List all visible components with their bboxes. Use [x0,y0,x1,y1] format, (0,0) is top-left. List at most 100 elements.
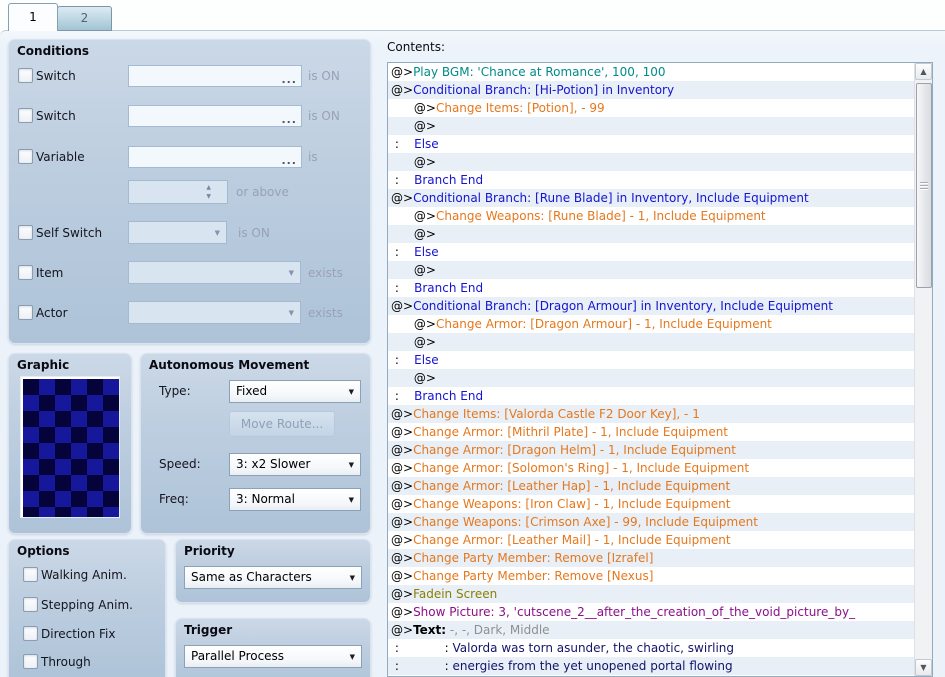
browse-ellipsis-icon[interactable]: ... [281,155,297,166]
event-command-row[interactable]: @>Conditional Branch: [Hi-Potion] in Inv… [388,81,915,99]
variable-checkbox[interactable] [18,149,33,164]
contents-scrollbar[interactable]: ▲ ▼ [914,63,932,676]
event-command-row[interactable]: @>Change Armor: [Dragon Helm] - 1, Inclu… [388,441,915,459]
dropdown-arrow-icon: ▼ [348,495,354,504]
event-command-row[interactable]: @>Change Weapons: [Rune Blade] - 1, Incl… [388,207,915,225]
event-command-row[interactable]: @>Change Party Member: Remove [Izrafel] [388,549,915,567]
event-command-row[interactable]: : Branch End [388,171,915,189]
event-command-row[interactable]: : : energies from the yet unopened porta… [388,657,915,675]
speed-dropdown[interactable]: 3: x2 Slower ▼ [229,453,361,476]
scrollbar-thumb[interactable] [916,83,932,288]
switch1-checkbox[interactable] [18,68,33,83]
speed-value: 3: x2 Slower [236,457,311,471]
scroll-up-icon: ▲ [920,67,927,76]
event-command-row[interactable]: : Else [388,243,915,261]
event-command-row[interactable]: @> [388,117,915,135]
speed-label: Speed: [159,457,201,471]
event-command-row[interactable]: @>Change Party Member: Remove [Nexus] [388,567,915,585]
event-command-row[interactable]: : Branch End [388,387,915,405]
dropdown-arrow-icon: ▼ [349,652,355,661]
priority-dropdown[interactable]: Same as Characters ▼ [184,566,362,589]
switch2-checkbox[interactable] [18,108,33,123]
event-command-rows: @>Play BGM: 'Chance at Romance', 100, 10… [388,63,915,676]
graphic-tile-selector[interactable] [20,376,120,518]
event-command-row[interactable]: @> [388,153,915,171]
through-checkbox[interactable] [23,654,38,669]
event-command-row[interactable]: @>Fadein Screen [388,585,915,603]
event-command-row[interactable]: @>Conditional Branch: [Dragon Armour] in… [388,297,915,315]
movement-type-dropdown[interactable]: Fixed ▼ [229,380,361,403]
switch1-label: Switch [36,69,76,83]
self-switch-suffix: is ON [238,226,270,240]
browse-ellipsis-icon[interactable]: ... [281,114,297,125]
event-command-row[interactable]: @>Change Weapons: [Crimson Axe] - 99, In… [388,513,915,531]
trigger-panel: Trigger Parallel Process ▼ [175,618,371,677]
event-command-row[interactable]: : Branch End [388,279,915,297]
scroll-up-button[interactable]: ▲ [915,63,932,80]
event-contents-list[interactable]: @>Play BGM: 'Chance at Romance', 100, 10… [387,62,933,677]
event-command-row[interactable]: : Else [388,135,915,153]
event-command-row[interactable]: @>Text: -, -, Dark, Middle [388,621,915,639]
item-checkbox[interactable] [18,265,33,280]
self-switch-dropdown[interactable]: ▼ [128,221,227,244]
trigger-value: Parallel Process [191,649,285,663]
event-command-row[interactable]: @>Change Armor: [Leather Mail] - 1, Incl… [388,531,915,549]
actor-label: Actor [36,306,68,320]
actor-checkbox[interactable] [18,305,33,320]
move-route-button[interactable]: Move Route... [229,411,335,437]
dropdown-arrow-icon: ▼ [214,228,220,237]
event-command-row[interactable]: @>Conditional Branch: [Rune Blade] in In… [388,189,915,207]
item-dropdown[interactable]: ▼ [128,261,301,284]
spinner-down-icon[interactable]: ▼ [206,193,211,200]
variable-field[interactable]: ... [128,146,302,168]
autonomous-movement-panel: Autonomous Movement Type: Fixed ▼ Move R… [140,353,371,534]
priority-title: Priority [184,544,235,558]
dropdown-arrow-icon: ▼ [288,268,294,277]
event-command-row[interactable]: : Else [388,351,915,369]
tab-1[interactable]: 1 [8,3,58,31]
switch1-field[interactable]: ... [128,65,302,87]
event-command-row[interactable]: @> [388,369,915,387]
options-panel: Options Walking Anim. Stepping Anim. Dir… [8,539,166,677]
variable-value-spinner[interactable]: ▲ ▼ [128,180,228,204]
contents-label: Contents: [387,40,446,54]
scroll-down-button[interactable]: ▼ [915,659,932,676]
event-command-row[interactable]: @> [388,225,915,243]
event-command-row[interactable]: @> [388,333,915,351]
spinner-up-icon[interactable]: ▲ [206,184,211,191]
event-command-row[interactable]: @>Change Items: [Valorda Castle F2 Door … [388,405,915,423]
dropdown-arrow-icon: ▼ [288,308,294,317]
dropdown-arrow-icon: ▼ [349,573,355,582]
priority-value: Same as Characters [191,570,312,584]
event-command-row[interactable]: @>Change Armor: [Dragon Armour] - 1, Inc… [388,315,915,333]
stepping-anim-label: Stepping Anim. [41,598,133,612]
event-command-row[interactable]: @>Play BGM: 'Chance at Romance', 100, 10… [388,63,915,81]
freq-value: 3: Normal [236,492,295,506]
stepping-anim-checkbox[interactable] [23,597,38,612]
event-command-row[interactable]: : : Valorda was torn asunder, the chaoti… [388,639,915,657]
browse-ellipsis-icon[interactable]: ... [281,74,297,85]
actor-suffix: exists [308,306,343,320]
direction-fix-checkbox[interactable] [23,626,38,641]
event-command-row[interactable]: @>Change Weapons: [Iron Claw] - 1, Inclu… [388,495,915,513]
self-switch-checkbox[interactable] [18,225,33,240]
event-command-row[interactable]: @>Change Armor: [Solomon's Ring] - 1, In… [388,459,915,477]
event-command-row[interactable]: @>Change Armor: [Leather Hap] - 1, Inclu… [388,477,915,495]
through-label: Through [41,655,91,669]
event-command-row[interactable]: @>Show Picture: 3, 'cutscene_2__after_th… [388,603,915,621]
switch1-suffix: is ON [308,69,340,83]
variable-suffix: is [308,150,318,164]
freq-dropdown[interactable]: 3: Normal ▼ [229,488,361,511]
walking-anim-checkbox[interactable] [23,567,38,582]
event-editor-window: 1 2 Conditions Switch ... is ON Switch .… [0,0,945,677]
tab-2[interactable]: 2 [57,6,112,31]
event-command-row[interactable]: @> [388,261,915,279]
type-label: Type: [159,384,191,398]
item-suffix: exists [308,266,343,280]
event-command-row[interactable]: @>Change Items: [Potion], - 99 [388,99,915,117]
graphic-panel: Graphic [8,353,132,534]
event-command-row[interactable]: @>Change Armor: [Mithril Plate] - 1, Inc… [388,423,915,441]
switch2-field[interactable]: ... [128,105,302,127]
trigger-dropdown[interactable]: Parallel Process ▼ [184,645,362,668]
actor-dropdown[interactable]: ▼ [128,301,301,324]
